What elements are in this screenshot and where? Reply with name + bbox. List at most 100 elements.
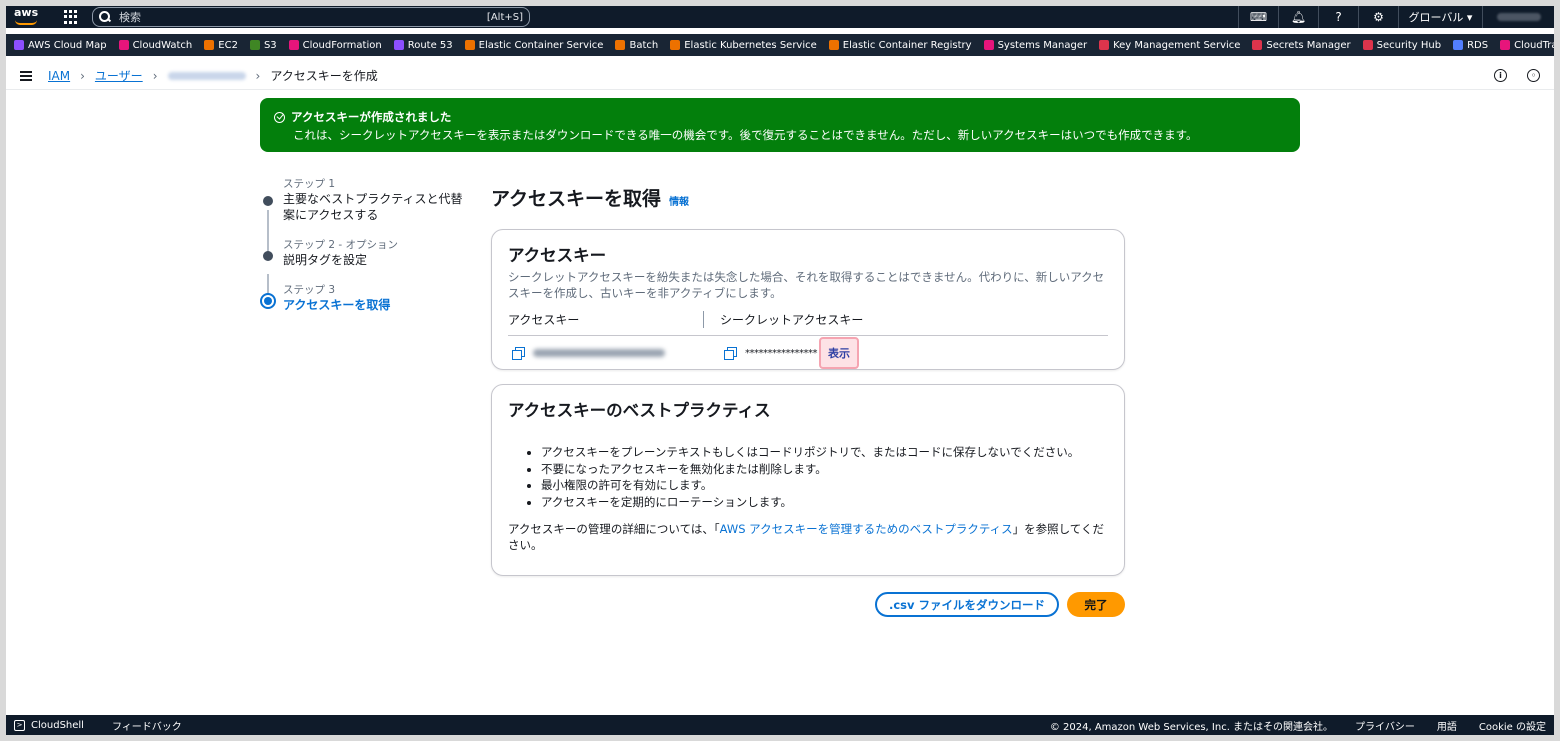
cloudshell-icon[interactable]: ⌨ (1238, 6, 1278, 28)
wizard-step-2[interactable]: ステップ 2 - オプション 説明タグを設定 (260, 237, 474, 268)
step-label: ステップ 1 (283, 178, 336, 190)
account-menu[interactable] (1482, 6, 1554, 28)
terminal-icon: > (14, 719, 25, 731)
terms-link[interactable]: 用語 (1437, 718, 1457, 733)
favorite-item[interactable]: Elastic Container Service (464, 39, 604, 51)
favorite-label: Route 53 (407, 39, 453, 51)
favorite-label: CloudWatch (132, 39, 193, 51)
step-dot-icon (263, 196, 273, 206)
service-icon (118, 40, 129, 50)
chevron-right-icon: › (152, 68, 158, 83)
wizard-step-3[interactable]: ステップ 3 アクセスキーを取得 (260, 282, 474, 313)
favorite-item[interactable]: RDS (1453, 40, 1488, 51)
search-input[interactable]: 検索 [Alt+S] (92, 7, 530, 27)
cloudshell-button[interactable]: > CloudShell (14, 719, 84, 731)
list-item: アクセスキーをプレーンテキストもしくはコードリポジトリで、またはコードに保存しな… (541, 444, 1108, 461)
service-icon (288, 40, 299, 50)
service-icon (670, 40, 681, 50)
favorite-item[interactable]: EC2 (204, 40, 238, 51)
step-title: アクセスキーを取得 (283, 298, 391, 312)
service-icon (828, 40, 839, 50)
copy-icon[interactable] (724, 347, 737, 360)
favorite-item[interactable]: Security Hub (1362, 39, 1442, 51)
show-secret-button[interactable]: 表示 (819, 337, 859, 369)
done-button[interactable]: 完了 (1067, 592, 1125, 617)
page-title: アクセスキーを取得 (491, 188, 662, 210)
service-icon (14, 40, 24, 50)
favorite-item[interactable]: S3 (249, 40, 277, 51)
access-key-card: アクセスキー シークレットアクセスキーを紛失または失念した場合、それを取得するこ… (491, 229, 1125, 370)
service-icon (1362, 40, 1373, 50)
breadcrumb-iam[interactable]: IAM (48, 69, 70, 83)
help-icon[interactable]: ? (1318, 6, 1358, 28)
account-name-redacted (1496, 13, 1541, 21)
favorite-item[interactable]: Secrets Manager (1252, 40, 1351, 51)
copy-icon[interactable] (512, 347, 525, 360)
breadcrumb-users[interactable]: ユーザー (95, 67, 143, 84)
service-icon (1252, 40, 1263, 50)
cookie-settings-link[interactable]: Cookie の設定 (1479, 718, 1546, 733)
download-csv-button[interactable]: .csv ファイルをダウンロード (875, 592, 1059, 617)
favorite-label: Key Management Service (1113, 39, 1241, 51)
key-table-header: アクセスキー シークレットアクセスキー (508, 311, 1108, 336)
favorite-item[interactable]: Key Management Service (1099, 40, 1240, 51)
region-selector[interactable]: グローバル ▾ (1398, 6, 1482, 28)
favorite-label: Security Hub (1376, 39, 1442, 51)
favorite-item[interactable]: Elastic Container Registry (828, 39, 972, 51)
favorite-label: EC2 (218, 39, 238, 51)
favorite-label: CloudTrail (1514, 39, 1554, 51)
favorite-item[interactable]: Systems Manager (983, 39, 1088, 51)
info-circle-icon[interactable]: i (1494, 69, 1507, 82)
favorite-label: Batch (629, 39, 659, 51)
best-practices-footer: アクセスキーの管理の詳細については、「AWS アクセスキーを管理するためのベスト… (508, 521, 1108, 553)
best-practices-link[interactable]: AWS アクセスキーを管理するためのベストプラクティス (720, 522, 1013, 536)
favorite-item[interactable]: CloudWatch (118, 39, 193, 51)
favorite-label: Elastic Container Registry (842, 39, 972, 51)
notifications-bell-icon[interactable]: 🔔︎ (1278, 6, 1318, 28)
service-icon (983, 40, 994, 50)
success-check-icon (274, 111, 285, 123)
console-footer: > CloudShell フィードバック © 2024, Amazon Web S… (6, 715, 1554, 735)
info-link[interactable]: 情報 (669, 193, 689, 208)
search-icon (99, 11, 111, 23)
breadcrumb-bar: IAM › ユーザー › › アクセスキーを作成 i ◦ (6, 62, 1554, 90)
favorite-item[interactable]: Elastic Kubernetes Service (670, 40, 817, 51)
wizard-steps: ステップ 1 主要なベストプラクティスと代替案にアクセスする ステップ 2 - … (260, 176, 474, 327)
service-icon (393, 40, 404, 50)
favorite-item[interactable]: AWS Cloud Map (14, 40, 107, 51)
secret-key-masked: **************** (745, 347, 818, 359)
aws-logo[interactable]: aws (14, 7, 44, 26)
footer-prefix: アクセスキーの管理の詳細については、「 (508, 522, 720, 536)
cloudshell-label: CloudShell (31, 719, 84, 731)
favorite-item[interactable]: Route 53 (393, 39, 453, 51)
service-icon (1099, 40, 1110, 50)
action-buttons: .csv ファイルをダウンロード 完了 (491, 592, 1125, 617)
menu-hamburger-icon[interactable] (20, 70, 32, 81)
feedback-circle-icon[interactable]: ◦ (1527, 69, 1540, 82)
favorite-label: AWS Cloud Map (28, 39, 107, 51)
list-item: 最小権限の許可を有効にします。 (541, 477, 1108, 494)
search-shortcut: [Alt+S] (486, 11, 523, 23)
favorite-label: Elastic Kubernetes Service (684, 39, 817, 51)
step-label: ステップ 2 - オプション (283, 239, 398, 251)
best-practices-list: アクセスキーをプレーンテキストもしくはコードリポジトリで、またはコードに保存しな… (541, 444, 1108, 510)
chevron-right-icon: › (255, 68, 261, 83)
privacy-link[interactable]: プライバシー (1355, 718, 1415, 733)
settings-gear-icon[interactable]: ⚙ (1358, 6, 1398, 28)
service-icon (204, 40, 215, 50)
list-item: 不要になったアクセスキーを無効化または削除します。 (541, 461, 1108, 478)
access-key-id-redacted (533, 349, 665, 357)
favorite-label: Elastic Container Service (478, 39, 604, 51)
chevron-right-icon: › (80, 68, 85, 83)
breadcrumb-username-redacted[interactable] (167, 71, 246, 80)
wizard-step-1[interactable]: ステップ 1 主要なベストプラクティスと代替案にアクセスする (260, 176, 474, 223)
favorite-item[interactable]: Batch (615, 40, 658, 51)
step-title: 主要なベストプラクティスと代替案にアクセスする (283, 192, 463, 222)
feedback-link[interactable]: フィードバック (112, 718, 182, 733)
favorite-item[interactable]: CloudFormation (288, 40, 382, 51)
favorite-label: Systems Manager (997, 39, 1088, 51)
console-window: aws 検索 [Alt+S] ⌨ 🔔︎ ? ⚙ グローバル ▾ AWS Clou… (6, 6, 1554, 735)
favorite-item[interactable]: CloudTrail (1500, 40, 1554, 51)
services-grid-icon[interactable] (64, 10, 78, 24)
main-content: アクセスキーを取得 情報 アクセスキー シークレットアクセスキーを紛失または失念… (491, 184, 1125, 617)
